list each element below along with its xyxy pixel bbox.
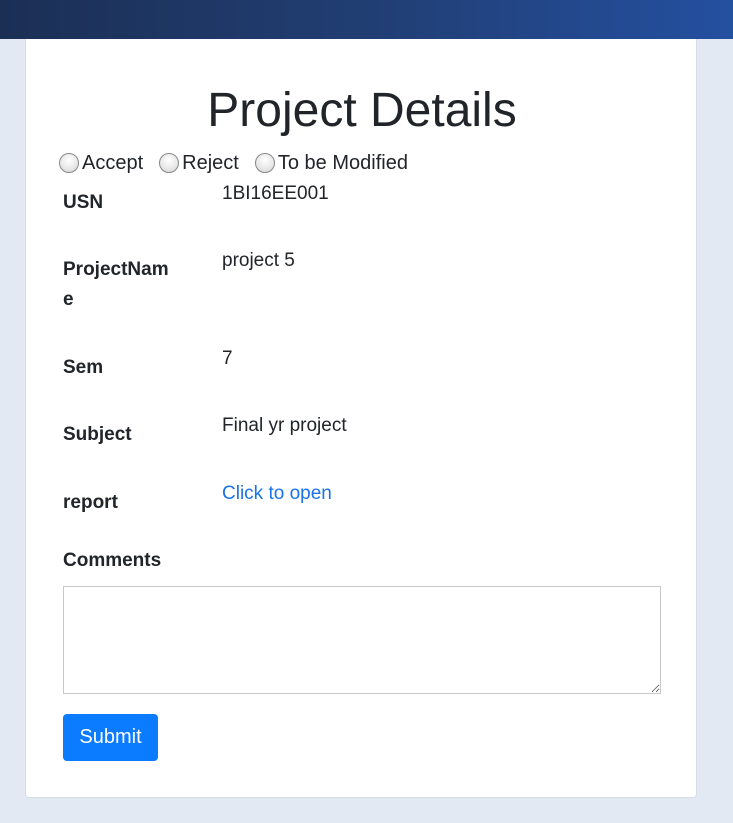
subject-value: Final yr project (222, 415, 347, 436)
page-title: Project Details (207, 84, 517, 137)
comments-textarea[interactable] (63, 586, 661, 694)
radio-label-accept: Accept (82, 152, 144, 174)
radio-reject[interactable]: Reject (159, 151, 239, 175)
report-open-link[interactable]: Click to open (222, 483, 332, 504)
sem-label: Sem (63, 357, 104, 378)
project-name-label-line1: ProjectNam (63, 259, 169, 280)
radio-label-reject: Reject (182, 152, 239, 174)
decision-radio-group: Accept Reject To be Modified (59, 151, 408, 175)
subject-label: Subject (63, 424, 132, 445)
sem-value: 7 (222, 348, 233, 369)
project-details-card: Project Details Accept Reject To be Modi… (25, 39, 697, 798)
submit-button[interactable]: Submit (63, 714, 158, 761)
project-name-label-line2: e (63, 289, 74, 310)
radio-to-be-modified[interactable]: To be Modified (254, 151, 408, 175)
radio-button-reject[interactable] (159, 153, 180, 173)
radio-button-to-be-modified[interactable] (254, 153, 275, 173)
radio-button-accept[interactable] (59, 153, 79, 173)
report-label: report (63, 492, 118, 513)
report-value: Click to open (222, 482, 332, 506)
usn-label: USN (63, 192, 104, 213)
project-name-label: ProjectNam e (63, 255, 183, 315)
comments-label: Comments (63, 550, 162, 571)
project-name-value: project 5 (222, 250, 295, 271)
radio-accept[interactable]: Accept (59, 151, 143, 175)
top-navbar (0, 0, 733, 39)
usn-value: 1BI16EE001 (222, 183, 329, 204)
radio-label-to-be-modified: To be Modified (277, 152, 408, 174)
